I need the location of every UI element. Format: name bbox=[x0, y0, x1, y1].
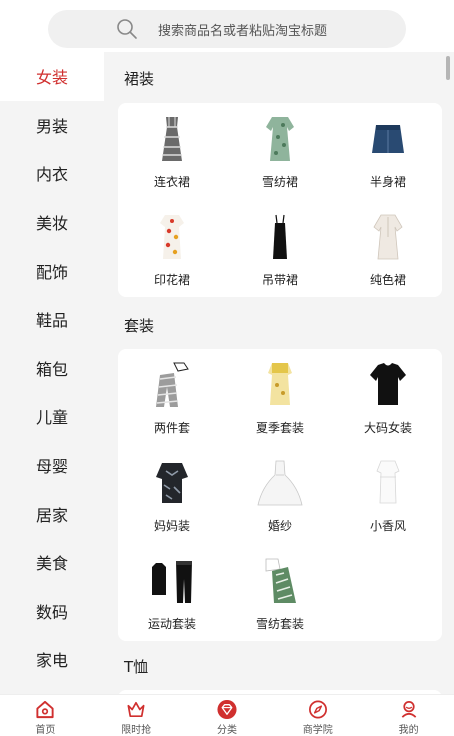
sidebar-item-beauty[interactable]: 美妆 bbox=[0, 198, 104, 247]
sidebar-item-bags[interactable]: 箱包 bbox=[0, 344, 104, 393]
sidebar-item-shoes[interactable]: 鞋品 bbox=[0, 295, 104, 344]
chiffon-set-icon bbox=[265, 558, 296, 603]
grid-item[interactable]: 印花裙 bbox=[118, 201, 226, 297]
sidebar-item-digital[interactable]: 数码 bbox=[0, 587, 104, 636]
grid-item[interactable]: 连衣裙 bbox=[118, 103, 226, 199]
wedding-dress-icon bbox=[257, 460, 303, 506]
sidebar-item-food[interactable]: 美食 bbox=[0, 538, 104, 587]
grid-item-label: 雪纺套装 bbox=[255, 617, 304, 631]
grid-item[interactable]: 妈妈装 bbox=[118, 447, 226, 543]
nav-item-home[interactable]: 首页 bbox=[0, 695, 91, 736]
two-piece-icon bbox=[156, 362, 189, 407]
grid-item-label: 印花裙 bbox=[153, 273, 190, 287]
category-gem-icon bbox=[217, 699, 237, 720]
checked-dress-icon bbox=[162, 117, 182, 161]
grid-item-label: 雪纺裙 bbox=[261, 175, 298, 189]
nav-label: 我的 bbox=[398, 725, 419, 736]
sidebar-item-underwear[interactable]: 内衣 bbox=[0, 149, 104, 198]
compass-icon bbox=[308, 700, 327, 719]
grid-item[interactable]: 半身裙 bbox=[334, 103, 442, 199]
grid-item-label: 婚纱 bbox=[267, 519, 292, 533]
solid-dress-icon bbox=[373, 214, 403, 260]
crown-icon bbox=[127, 701, 145, 718]
scrollbar[interactable] bbox=[446, 56, 450, 80]
home-icon bbox=[36, 700, 54, 719]
section-card-dresses: 连衣裙 雪纺裙 半身裙 印花裙 吊带裙 纯色裙 bbox=[118, 103, 442, 297]
sidebar-item-home[interactable]: 居家 bbox=[0, 489, 104, 538]
grid-item-label: 半身裙 bbox=[369, 175, 406, 189]
nav-item-category[interactable]: 分类 bbox=[182, 695, 273, 736]
search-bar[interactable]: 搜索商品名或者粘贴淘宝标题 bbox=[48, 10, 406, 48]
nav-label: 限时抢 bbox=[121, 725, 152, 736]
search-header: 搜索商品名或者粘贴淘宝标题 bbox=[0, 0, 454, 52]
search-icon bbox=[117, 19, 137, 39]
mom-outfit-icon bbox=[156, 463, 188, 503]
print-dress-icon bbox=[160, 215, 184, 259]
search-placeholder: 搜索商品名或者粘贴淘宝标题 bbox=[158, 23, 328, 39]
grid-item[interactable]: 夏季套装 bbox=[226, 349, 334, 445]
category-content: 裙装 连衣裙 雪纺裙 半身裙 印花裙 吊带裙 纯色裙 套装 两件套 夏季套装 大… bbox=[104, 52, 454, 694]
section-title-sets: 套装 bbox=[124, 317, 155, 335]
profile-icon bbox=[401, 701, 416, 718]
grid-item[interactable]: 雪纺套装 bbox=[226, 545, 334, 641]
grid-item-label: 大码女装 bbox=[363, 421, 412, 435]
sidebar-item-women[interactable]: 女装 bbox=[0, 52, 104, 101]
section-title-tshirts: T恤 bbox=[124, 658, 149, 676]
grid-item[interactable]: 纯色裙 bbox=[334, 201, 442, 297]
grid-item-label: 连衣裙 bbox=[153, 175, 190, 189]
nav-label: 分类 bbox=[216, 725, 237, 736]
nav-item-flash-sale[interactable]: 限时抢 bbox=[91, 695, 182, 736]
plus-size-tee-icon bbox=[370, 363, 406, 405]
grid-item-label: 妈妈装 bbox=[153, 519, 190, 533]
grid-item-label: 吊带裙 bbox=[261, 273, 298, 287]
denim-skirt-icon bbox=[372, 125, 404, 153]
grid-item[interactable]: 大码女装 bbox=[334, 349, 442, 445]
slip-dress-icon bbox=[273, 214, 287, 259]
nav-label: 首页 bbox=[35, 725, 56, 736]
grid-item-label: 夏季套装 bbox=[255, 421, 304, 435]
grid-item[interactable]: 小香风 bbox=[334, 447, 442, 543]
sidebar-item-appliances[interactable]: 家电 bbox=[0, 635, 104, 684]
grid-item-label: 两件套 bbox=[153, 421, 190, 435]
sidebar-item-accessories[interactable]: 配饰 bbox=[0, 246, 104, 295]
bottom-nav: 首页 限时抢 分类 商学院 我的 bbox=[0, 694, 454, 736]
section-card-sets: 两件套 夏季套装 大码女装 妈妈装 婚纱 小香风 运动套装 雪纺套装 bbox=[118, 349, 442, 641]
grid-item-label: 运动套装 bbox=[147, 617, 196, 631]
summer-set-icon bbox=[268, 363, 292, 405]
grid-item[interactable]: 雪纺裙 bbox=[226, 103, 334, 199]
category-sidebar: 女装 男装 内衣 美妆 配饰 鞋品 箱包 儿童 母婴 居家 美食 数码 家电 bbox=[0, 52, 104, 694]
nav-label: 商学院 bbox=[302, 725, 333, 736]
grid-item[interactable]: 运动套装 bbox=[118, 545, 226, 641]
nav-item-profile[interactable]: 我的 bbox=[363, 695, 454, 736]
grid-item[interactable]: 吊带裙 bbox=[226, 201, 334, 297]
sport-set-icon bbox=[152, 561, 192, 603]
chiffon-dress-icon bbox=[266, 117, 294, 161]
grid-item[interactable]: 两件套 bbox=[118, 349, 226, 445]
sidebar-item-men[interactable]: 男装 bbox=[0, 101, 104, 150]
tweed-dress-icon bbox=[376, 460, 400, 504]
sidebar-item-kids[interactable]: 儿童 bbox=[0, 392, 104, 441]
section-title-dresses: 裙装 bbox=[124, 70, 155, 88]
grid-item[interactable]: 婚纱 bbox=[226, 447, 334, 543]
grid-item-label: 小香风 bbox=[369, 519, 406, 533]
sidebar-item-baby[interactable]: 母婴 bbox=[0, 441, 104, 490]
grid-item-label: 纯色裙 bbox=[369, 273, 406, 287]
nav-item-academy[interactable]: 商学院 bbox=[272, 695, 363, 736]
